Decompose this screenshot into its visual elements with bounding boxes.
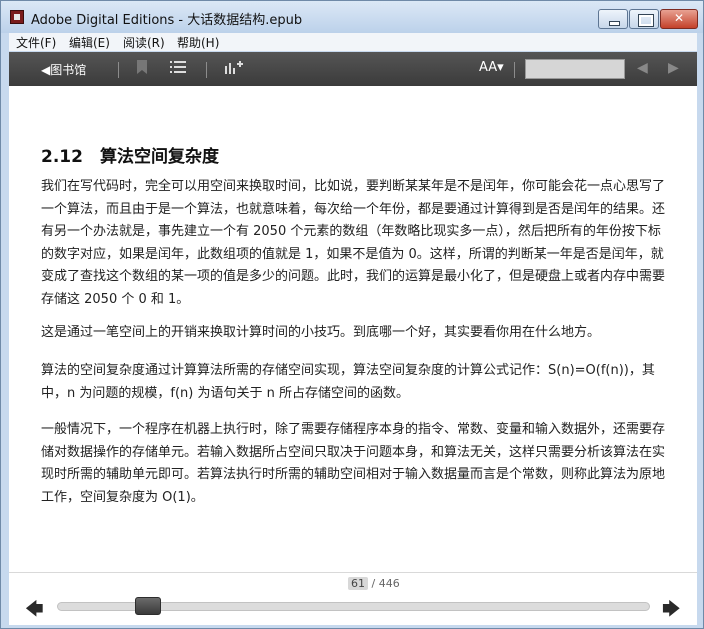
paragraph: 一般情况下，一个程序在机器上执行时，除了需要存储程序本身的指令、常数、变量和输入…	[41, 422, 666, 505]
paragraph: 算法的空间复杂度通过计算算法所需的存储空间实现，算法空间复杂度的计算公式记作：S…	[41, 363, 655, 401]
prev-arrow-icon[interactable]: ◀	[637, 60, 648, 76]
next-arrow-icon[interactable]: ▶	[668, 60, 679, 76]
bookmark-icon[interactable]	[132, 59, 152, 79]
next-page-icon[interactable]: 🡆	[662, 597, 681, 627]
menu-read[interactable]: 阅读(R)	[123, 34, 165, 51]
paragraph: 我们在写代码时，完全可以用空间来换取时间，比如说，要判断某某年是不是闰年，你可能…	[41, 179, 666, 307]
close-icon: ✕	[673, 11, 685, 25]
toolbar-separator	[118, 62, 119, 78]
window-title: Adobe Digital Editions - 大话数据结构.epub	[31, 13, 303, 28]
total-pages: / 446	[371, 577, 400, 590]
library-button[interactable]: ◀图书馆	[41, 61, 86, 78]
menu-help[interactable]: 帮助(H)	[177, 34, 219, 51]
close-button[interactable]: ✕	[660, 9, 698, 29]
slider-thumb[interactable]	[134, 597, 161, 615]
paragraph: 这是通过一笔空间上的开销来换取计算时间的小技巧。到底哪一个好，其实要看你用在什么…	[41, 325, 601, 340]
toolbar-separator	[206, 62, 207, 78]
menu-edit[interactable]: 编辑(E)	[69, 34, 110, 51]
current-page[interactable]: 61	[348, 577, 368, 590]
app-icon	[10, 10, 24, 24]
app-window: Adobe Digital Editions - 大话数据结构.epub ✕ 文…	[0, 0, 704, 629]
list-icon[interactable]	[168, 59, 188, 79]
book-content: 2.12 算法空间复杂度 我们在写代码时，完全可以用空间来换取时间，比如说，要判…	[9, 86, 697, 572]
chart-icon[interactable]	[224, 59, 244, 79]
page-indicator: 61 / 446	[348, 577, 400, 590]
prev-page-icon[interactable]: 🡄	[25, 597, 44, 627]
menu-bar: 文件(F) 编辑(E) 阅读(R) 帮助(H)	[9, 33, 697, 51]
section-title: 2.12 算法空间复杂度	[41, 147, 219, 167]
maximize-button[interactable]	[629, 9, 659, 29]
reader-toolbar: ◀图书馆 AA▾ ◀ ▶	[9, 52, 697, 86]
toolbar-separator	[514, 62, 515, 78]
minimize-button[interactable]	[598, 9, 628, 29]
search-input[interactable]	[525, 59, 625, 79]
reader-footer: 61 / 446 🡄 🡆	[9, 572, 697, 625]
title-bar[interactable]: Adobe Digital Editions - 大话数据结构.epub ✕	[1, 1, 703, 33]
menu-file[interactable]: 文件(F)	[16, 34, 56, 51]
font-size-button[interactable]: AA▾	[479, 60, 504, 75]
